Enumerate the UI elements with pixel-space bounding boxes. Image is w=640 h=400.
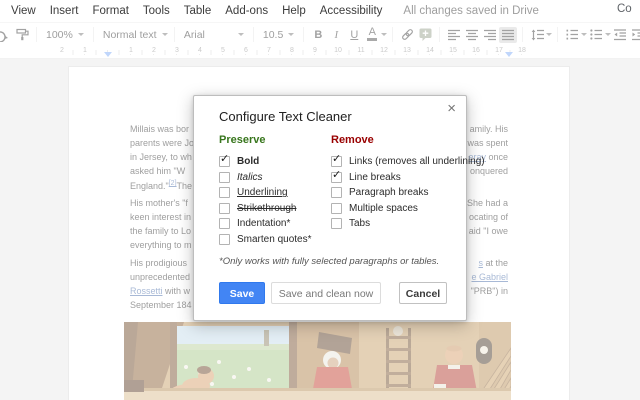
- option-label: Strikethrough: [237, 203, 296, 214]
- checkbox-italics[interactable]: [219, 172, 230, 183]
- checkbox-underlining[interactable]: [219, 187, 230, 198]
- cancel-button[interactable]: Cancel: [399, 282, 447, 304]
- dialog-column-preserve: Preserve ✓ Bold Italics Underlining Strikethr…: [219, 134, 312, 247]
- option-row-multiple-spaces: Multiple spaces: [331, 201, 485, 217]
- checkbox-links-removes-all-underlining[interactable]: ✓: [331, 156, 342, 167]
- option-label: Bold: [237, 156, 259, 167]
- option-label: Multiple spaces: [349, 203, 418, 214]
- option-label: Paragraph breaks: [349, 187, 429, 198]
- option-row-italics: Italics: [219, 170, 312, 186]
- option-label: Underlining: [237, 187, 288, 198]
- dialog-title: Configure Text Cleaner: [219, 109, 352, 124]
- close-icon[interactable]: ×: [447, 100, 456, 117]
- checkbox-strikethrough[interactable]: [219, 203, 230, 214]
- option-row-line-breaks: ✓ Line breaks: [331, 170, 485, 186]
- checkbox-paragraph-breaks[interactable]: [331, 187, 342, 198]
- menu-item-accessibility[interactable]: Accessibility: [313, 5, 390, 17]
- option-row-strikethrough: Strikethrough: [219, 201, 312, 217]
- checkbox-indentation[interactable]: [219, 218, 230, 229]
- menu-item-format[interactable]: Format: [85, 5, 135, 17]
- checkbox-bold[interactable]: ✓: [219, 156, 230, 167]
- option-row-smarten-quotes: Smarten quotes*: [219, 232, 312, 248]
- comments-button[interactable]: Co: [617, 3, 632, 15]
- option-label: Indentation*: [237, 218, 290, 229]
- save-status-text: All changes saved in Drive: [403, 5, 539, 17]
- google-docs-window: ViewInsertFormatToolsTableAdd-onsHelpAcc…: [0, 0, 640, 400]
- column-header-remove: Remove: [331, 134, 485, 146]
- menu-bar: ViewInsertFormatToolsTableAdd-onsHelpAcc…: [0, 0, 640, 22]
- option-label: Line breaks: [349, 172, 401, 183]
- column-header-preserve: Preserve: [219, 134, 312, 146]
- option-row-links-removes-all-underlining: ✓ Links (removes all underlining): [331, 154, 485, 170]
- dialog-column-remove: Remove ✓ Links (removes all underlining) ✓ L…: [331, 134, 485, 232]
- checkbox-multiple-spaces[interactable]: [331, 203, 342, 214]
- menu-item-insert[interactable]: Insert: [43, 5, 86, 17]
- option-row-indentation: Indentation*: [219, 216, 312, 232]
- menu-item-add-ons[interactable]: Add-ons: [218, 5, 275, 17]
- save-and-clean-button[interactable]: Save and clean now: [271, 282, 381, 304]
- option-row-bold: ✓ Bold: [219, 154, 312, 170]
- option-label: Links (removes all underlining): [349, 156, 485, 167]
- checkbox-smarten-quotes[interactable]: [219, 234, 230, 245]
- option-row-paragraph-breaks: Paragraph breaks: [331, 185, 485, 201]
- option-label: Tabs: [349, 218, 370, 229]
- option-label: Italics: [237, 172, 263, 183]
- checkmark-icon: ✓: [220, 152, 229, 165]
- menu-item-table[interactable]: Table: [177, 5, 219, 17]
- menu-item-help[interactable]: Help: [275, 5, 313, 17]
- option-label: Smarten quotes*: [237, 234, 312, 245]
- menu-item-view[interactable]: View: [4, 5, 43, 17]
- checkbox-line-breaks[interactable]: ✓: [331, 172, 342, 183]
- menu-item-tools[interactable]: Tools: [136, 5, 177, 17]
- configure-text-cleaner-dialog: Configure Text Cleaner × Preserve ✓ Bold It…: [193, 95, 467, 321]
- option-row-underlining: Underlining: [219, 185, 312, 201]
- dialog-footnote: *Only works with fully selected paragrap…: [219, 256, 459, 267]
- checkmark-icon: ✓: [332, 168, 341, 181]
- checkmark-icon: ✓: [332, 152, 341, 165]
- save-button[interactable]: Save: [219, 282, 265, 304]
- option-row-tabs: Tabs: [331, 216, 485, 232]
- checkbox-tabs[interactable]: [331, 218, 342, 229]
